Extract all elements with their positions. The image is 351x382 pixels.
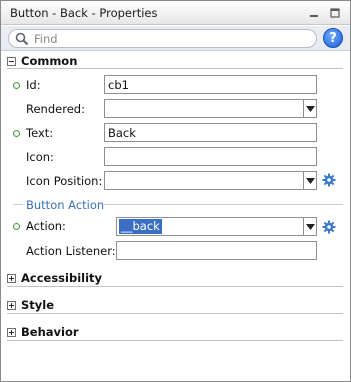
search-box: [8, 29, 317, 48]
section-common-header[interactable]: Common: [7, 53, 345, 69]
id-field[interactable]: [104, 75, 317, 94]
expand-icon[interactable]: [7, 327, 16, 337]
restore-icon: [330, 7, 340, 18]
rendered-combo[interactable]: [104, 99, 317, 118]
section-accessibility-header[interactable]: Accessibility: [7, 270, 345, 286]
section-style-header[interactable]: Style: [7, 297, 345, 313]
collapse-icon[interactable]: [7, 56, 16, 66]
required-indicator-icon: [13, 82, 20, 89]
subheading-line: [104, 204, 343, 205]
icon-position-combo[interactable]: [104, 171, 317, 190]
required-indicator-icon: [13, 130, 20, 137]
rendered-dropdown-button[interactable]: [303, 100, 316, 117]
action-listener-field[interactable]: [116, 241, 317, 260]
section-divider: [7, 340, 343, 341]
restore-button[interactable]: [328, 6, 342, 19]
action-value: __back: [119, 219, 162, 234]
properties-window: Button - Back - Properties ? Commo: [0, 0, 351, 382]
rendered-label: Rendered:: [26, 102, 85, 116]
gear-icon[interactable]: [322, 220, 336, 234]
icon-position-label: Icon Position:: [26, 174, 103, 188]
action-dropdown-button[interactable]: [303, 218, 316, 235]
icon-label: Icon:: [26, 150, 54, 164]
rendered-value: [107, 101, 111, 116]
section-behavior-header[interactable]: Behavior: [7, 324, 345, 340]
action-combo[interactable]: __back: [116, 217, 317, 236]
section-divider: [7, 68, 343, 69]
search-bar: ?: [1, 26, 350, 51]
search-icon: [15, 32, 29, 46]
minimize-icon: [310, 14, 318, 17]
help-button[interactable]: ?: [323, 28, 343, 48]
icon-field[interactable]: [104, 147, 317, 166]
search-input[interactable]: [34, 31, 304, 46]
id-label: Id:: [26, 78, 41, 92]
section-common-title: Common: [21, 54, 78, 68]
expand-icon[interactable]: [7, 300, 16, 310]
action-listener-label: Action Listener:: [26, 244, 116, 258]
subheading-line: [13, 204, 23, 205]
icon-position-value: [107, 173, 111, 188]
chevron-down-icon: [305, 177, 315, 184]
help-icon: ?: [329, 30, 337, 46]
button-action-heading: Button Action: [26, 198, 105, 212]
required-indicator-icon: [13, 223, 20, 230]
action-label: Action:: [26, 219, 66, 233]
text-field[interactable]: [104, 123, 317, 142]
chevron-down-icon: [305, 105, 315, 112]
section-style-title: Style: [21, 298, 55, 312]
section-divider: [7, 313, 343, 314]
section-behavior-title: Behavior: [21, 325, 79, 339]
text-label: Text:: [26, 126, 54, 140]
section-accessibility-title: Accessibility: [21, 271, 103, 285]
gear-icon[interactable]: [322, 173, 336, 187]
section-divider: [7, 286, 343, 287]
icon-position-dropdown-button[interactable]: [303, 172, 316, 189]
chevron-down-icon: [305, 223, 315, 230]
expand-icon[interactable]: [7, 273, 16, 283]
minimize-button[interactable]: [307, 6, 321, 19]
title-bar: Button - Back - Properties: [1, 1, 350, 25]
window-title: Button - Back - Properties: [10, 6, 158, 20]
